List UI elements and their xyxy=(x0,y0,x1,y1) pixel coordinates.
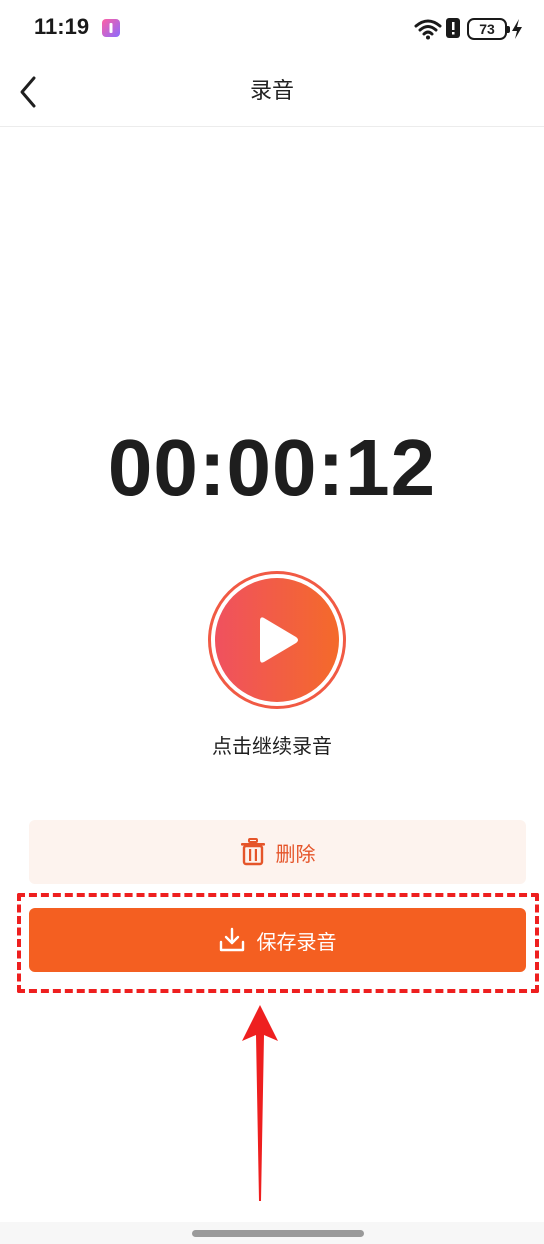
battery-icon: 73 xyxy=(467,18,510,40)
chevron-left-icon xyxy=(20,76,36,108)
delete-button[interactable]: 删除 xyxy=(29,820,526,884)
charging-icon xyxy=(512,19,522,39)
app-header: 录音 xyxy=(0,58,544,127)
alert-icon xyxy=(446,18,460,38)
save-recording-button[interactable]: 保存录音 xyxy=(29,908,526,972)
delete-label: 删除 xyxy=(275,841,316,866)
elapsed-timer: 00:00:12 xyxy=(107,423,437,512)
page-title: 录音 xyxy=(249,79,294,104)
status-time: 11:19 xyxy=(34,14,90,39)
status-bar: 11:19 73 xyxy=(0,0,544,58)
save-recording-label: 保存录音 xyxy=(256,929,337,954)
battery-level: 73 xyxy=(479,21,495,37)
back-button[interactable] xyxy=(12,72,48,112)
wifi-icon xyxy=(414,19,442,40)
download-icon xyxy=(219,927,244,952)
play-icon xyxy=(260,617,298,663)
play-button[interactable] xyxy=(208,571,346,709)
home-indicator[interactable] xyxy=(192,1230,364,1237)
arrow-up-icon xyxy=(242,1005,278,1201)
trash-icon xyxy=(240,838,265,866)
play-button-fill xyxy=(215,578,339,702)
app-notification-icon xyxy=(102,19,120,37)
resume-hint: 点击继续录音 xyxy=(212,734,332,758)
